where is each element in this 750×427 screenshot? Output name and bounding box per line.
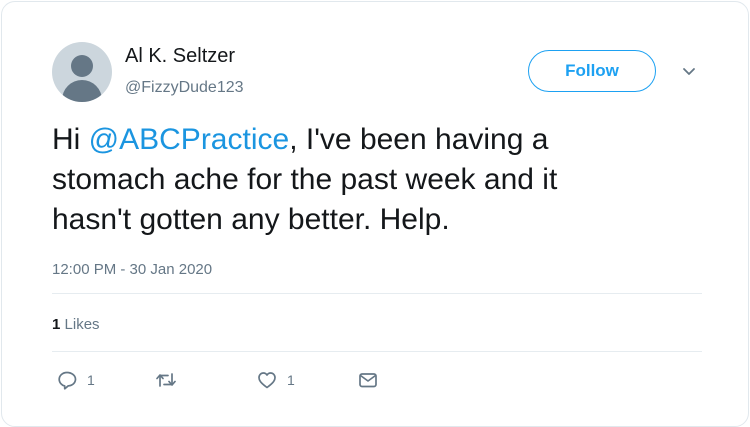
tweet-line-1: Hi @ABCPractice, I've been having a <box>52 120 692 160</box>
like-count: 1 <box>287 372 295 388</box>
tweet-card: Al K. Seltzer @FizzyDude123 Follow Hi @A… <box>1 1 749 427</box>
envelope-icon <box>359 373 377 388</box>
tweet-line-3: hasn't gotten any better. Help. <box>52 203 450 236</box>
divider <box>52 351 702 352</box>
likes-count: 1 <box>52 316 61 333</box>
likes-stat[interactable]: 1 Likes <box>52 316 100 333</box>
follow-button[interactable]: Follow <box>528 50 656 92</box>
reply-icon <box>58 371 77 390</box>
tweet-line-1-rest: , I've been having a <box>289 123 549 156</box>
avatar-body-shape <box>62 80 102 102</box>
chevron-down-icon[interactable] <box>680 65 698 79</box>
likes-label: Likes <box>64 316 100 333</box>
retweet-button[interactable] <box>155 369 177 391</box>
mention-link[interactable]: @ABCPractice <box>89 123 290 156</box>
tweet-line-2: stomach ache for the past week and it <box>52 163 558 196</box>
user-handle[interactable]: @FizzyDude123 <box>125 79 244 97</box>
reply-count: 1 <box>87 372 95 388</box>
tweet-timestamp[interactable]: 12:00 PM - 30 Jan 2020 <box>52 261 212 278</box>
direct-message-button[interactable] <box>357 369 379 391</box>
like-button[interactable]: 1 <box>256 369 295 391</box>
divider <box>52 293 702 294</box>
retweet-icon <box>156 373 176 387</box>
reply-button[interactable]: 1 <box>56 369 95 391</box>
avatar[interactable] <box>52 42 112 102</box>
tweet-text: Hi @ABCPractice, I've been having a stom… <box>52 120 692 240</box>
tweet-greeting: Hi <box>52 123 89 156</box>
avatar-head-shape <box>71 55 93 77</box>
user-display-name[interactable]: Al K. Seltzer <box>125 45 235 68</box>
heart-icon <box>258 372 276 389</box>
